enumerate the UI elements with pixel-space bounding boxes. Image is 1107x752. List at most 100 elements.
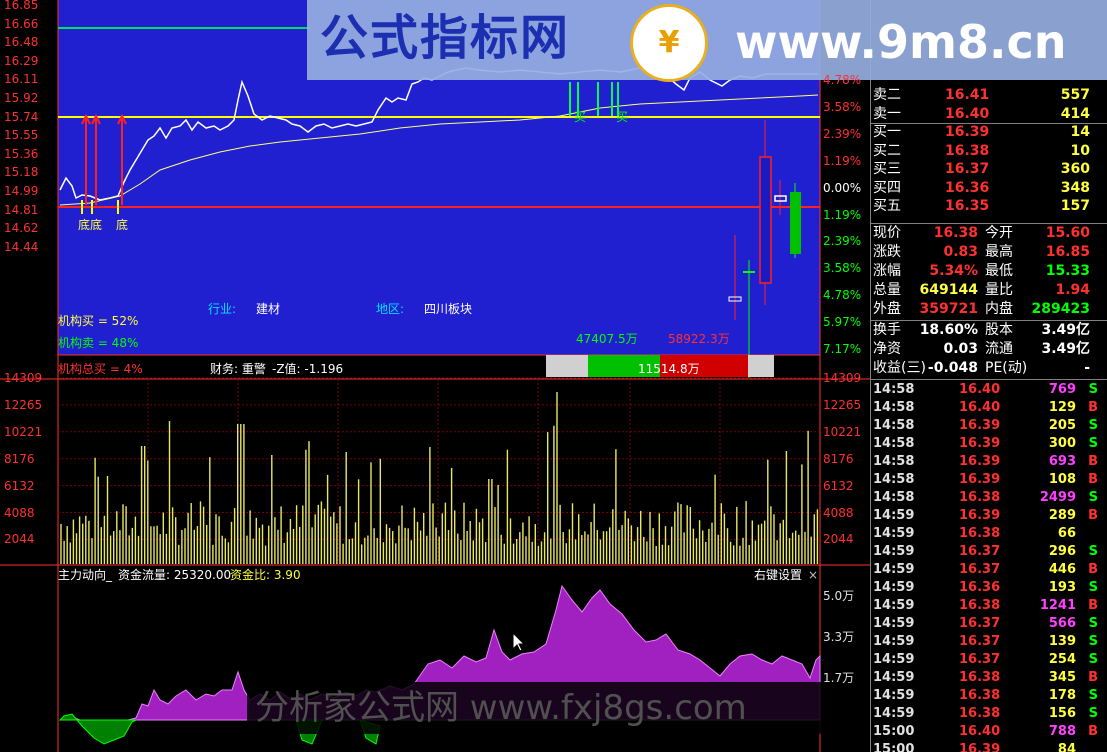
book-side: 卖一 — [873, 105, 901, 122]
watermark-title: 公式指标网 — [320, 10, 571, 66]
tick-time: 14:58 — [873, 400, 915, 415]
tick-list[interactable]: 14:58 16.40 769 S 14:58 16.40 129 B 14:58 … — [871, 381, 1107, 752]
pct-tick: 3.58% — [823, 261, 862, 276]
pct-tick: 3.58% — [823, 99, 862, 114]
tick-volume: 300 — [1048, 436, 1076, 451]
tick-side: S — [1088, 616, 1098, 631]
book-price: 16.37 — [945, 161, 990, 177]
stat-value: 649144 — [919, 282, 978, 298]
pct-tick: 4.78% — [823, 288, 862, 303]
tick-side: B — [1088, 598, 1098, 613]
mouse-cursor-icon — [512, 632, 526, 652]
tick-time: 14:59 — [873, 508, 915, 523]
close-icon[interactable]: × — [808, 568, 818, 582]
finance-label: 财务: 重警 — [210, 362, 266, 376]
stat-key: 量比 — [985, 282, 1013, 298]
stat-key: 涨幅 — [873, 263, 901, 279]
tick-price: 16.40 — [959, 724, 1001, 739]
tick-price: 16.37 — [959, 652, 1001, 667]
book-side: 卖二 — [873, 87, 901, 103]
tick-price: 16.39 — [959, 742, 1001, 752]
tick-side: B — [1088, 562, 1098, 577]
ratio-bar-end — [748, 355, 774, 377]
tick-side: S — [1088, 490, 1098, 505]
tick-price: 16.38 — [959, 706, 1001, 721]
volume-tick: 12265 — [823, 397, 862, 412]
book-volume: 557 — [1060, 87, 1090, 103]
tick-volume: 193 — [1048, 580, 1076, 595]
book-price: 16.35 — [945, 198, 990, 214]
region-key: 地区: — [376, 302, 405, 316]
tick-volume: 693 — [1048, 454, 1076, 469]
stat-value: 16.38 — [933, 225, 978, 241]
tick-volume: 178 — [1048, 688, 1076, 703]
ratio-bar-end — [546, 355, 588, 377]
pct-tick: 7.17% — [823, 342, 862, 356]
tick-price: 16.38 — [959, 490, 1001, 505]
tick-side: S — [1088, 634, 1098, 649]
indicator-name: 主力动向_ — [58, 568, 113, 582]
tick-price: 16.38 — [959, 688, 1001, 703]
flow-amount: 资金流量: 25320.00 — [118, 568, 232, 582]
tick-price: 16.36 — [959, 580, 1001, 595]
tick-side: S — [1088, 688, 1098, 703]
bottom-watermark: 分析家公式网 www.fxj8gs.com — [247, 682, 845, 734]
stat-value: 1.94 — [1055, 282, 1090, 298]
book-side: 买三 — [873, 161, 901, 177]
tick-side: S — [1088, 418, 1098, 433]
stat-value: 289423 — [1031, 301, 1090, 317]
stat-value: 16.85 — [1045, 244, 1090, 260]
tick-side: B — [1088, 400, 1098, 415]
tick-time: 14:59 — [873, 706, 915, 721]
stat-key: 收益(三) — [873, 360, 926, 376]
flow-tick: 5.0万 — [823, 589, 855, 603]
tick-volume: 139 — [1048, 634, 1076, 649]
net-volume-label: 11514.8万 — [638, 362, 700, 376]
volume-tick: 4088 — [823, 505, 854, 520]
stat-key: 现价 — [873, 225, 901, 241]
tick-time: 14:59 — [873, 688, 915, 703]
flow-ratio: 资金比: 3.90 — [230, 568, 301, 582]
tick-side: S — [1088, 580, 1098, 595]
tick-time: 14:58 — [873, 382, 915, 397]
stat-key: 内盘 — [985, 301, 1013, 317]
tick-side: B — [1088, 508, 1098, 523]
pct-tick: 0.00% — [823, 180, 862, 195]
tick-time: 14:59 — [873, 598, 915, 613]
tick-price: 16.37 — [959, 634, 1001, 649]
tick-volume: 296 — [1048, 544, 1076, 559]
tick-side: S — [1088, 382, 1098, 397]
tick-time: 14:58 — [873, 490, 915, 505]
tick-price: 16.40 — [959, 382, 1001, 397]
volume-tick: 8176 — [823, 451, 854, 466]
tick-price: 16.38 — [959, 526, 1001, 541]
money-flow-outflow — [58, 713, 137, 745]
quote-panel: 卖二 16.41 557 卖一 16.40 414 买一 16.39 14 买二 16… — [870, 0, 1107, 752]
tick-time: 14:58 — [873, 472, 915, 487]
pct-tick: 1.19% — [823, 207, 862, 222]
price-stats: 现价 16.38 今开 15.60 涨跌 0.83 最高 16.85 涨幅 5.34… — [871, 224, 1107, 320]
stat-key: 今开 — [985, 225, 1013, 241]
volume-tick: 10221 — [823, 424, 862, 439]
tick-volume: 769 — [1048, 382, 1076, 397]
indicator-settings[interactable]: 右键设置 — [754, 568, 802, 582]
tick-volume: 289 — [1048, 508, 1076, 523]
tick-price: 16.37 — [959, 616, 1001, 631]
tick-time: 14:59 — [873, 670, 915, 685]
tick-time: 14:59 — [873, 652, 915, 667]
flow-tick: 3.3万 — [823, 630, 855, 644]
tick-time: 14:59 — [873, 562, 915, 577]
tick-side: S — [1088, 706, 1098, 721]
flow-tick: 1.7万 — [823, 671, 855, 685]
intraday-chart[interactable] — [0, 0, 870, 752]
tick-volume: 345 — [1048, 670, 1076, 685]
tick-time: 14:59 — [873, 580, 915, 595]
pct-tick: 4.78% — [823, 73, 862, 87]
tick-volume: 84 — [1057, 742, 1076, 752]
stat-key: 外盘 — [873, 301, 901, 317]
tick-price: 16.39 — [959, 508, 1001, 523]
volume-tick: 14309 — [823, 371, 862, 385]
industry-key: 行业: — [208, 302, 237, 316]
candle-body — [759, 156, 772, 284]
stat-value: 0.03 — [943, 341, 978, 357]
